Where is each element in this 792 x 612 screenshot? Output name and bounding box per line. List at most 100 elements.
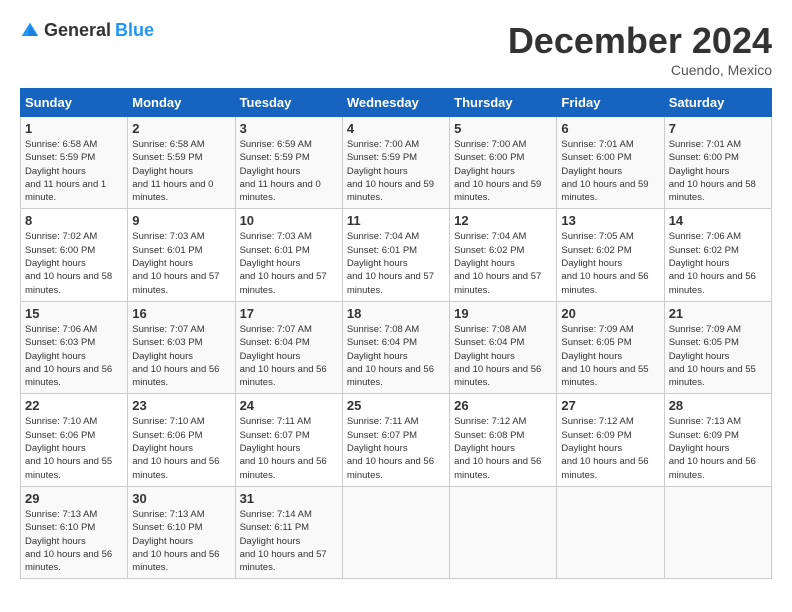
day-info: Sunrise: 7:08 AM Sunset: 6:04 PM Dayligh… (347, 323, 445, 389)
logo: GeneralBlue (20, 20, 154, 41)
page-header: GeneralBlue December 2024 Cuendo, Mexico (20, 20, 772, 78)
calendar-cell: 16 Sunrise: 7:07 AM Sunset: 6:03 PM Dayl… (128, 301, 235, 393)
calendar-cell: 10 Sunrise: 7:03 AM Sunset: 6:01 PM Dayl… (235, 209, 342, 301)
col-sunday: Sunday (21, 89, 128, 117)
day-info: Sunrise: 6:58 AM Sunset: 5:59 PM Dayligh… (132, 138, 230, 204)
day-info: Sunrise: 7:12 AM Sunset: 6:08 PM Dayligh… (454, 415, 552, 481)
calendar-cell (342, 486, 449, 578)
day-info: Sunrise: 7:11 AM Sunset: 6:07 PM Dayligh… (240, 415, 338, 481)
calendar-cell: 13 Sunrise: 7:05 AM Sunset: 6:02 PM Dayl… (557, 209, 664, 301)
day-number: 25 (347, 398, 445, 413)
day-number: 6 (561, 121, 659, 136)
col-thursday: Thursday (450, 89, 557, 117)
day-number: 29 (25, 491, 123, 506)
calendar-cell: 27 Sunrise: 7:12 AM Sunset: 6:09 PM Dayl… (557, 394, 664, 486)
day-number: 11 (347, 213, 445, 228)
title-block: December 2024 Cuendo, Mexico (508, 20, 772, 78)
calendar-week-row: 22 Sunrise: 7:10 AM Sunset: 6:06 PM Dayl… (21, 394, 772, 486)
day-number: 13 (561, 213, 659, 228)
calendar-week-row: 8 Sunrise: 7:02 AM Sunset: 6:00 PM Dayli… (21, 209, 772, 301)
calendar-cell: 18 Sunrise: 7:08 AM Sunset: 6:04 PM Dayl… (342, 301, 449, 393)
calendar-cell: 8 Sunrise: 7:02 AM Sunset: 6:00 PM Dayli… (21, 209, 128, 301)
calendar-week-row: 15 Sunrise: 7:06 AM Sunset: 6:03 PM Dayl… (21, 301, 772, 393)
calendar-cell: 17 Sunrise: 7:07 AM Sunset: 6:04 PM Dayl… (235, 301, 342, 393)
calendar-cell: 22 Sunrise: 7:10 AM Sunset: 6:06 PM Dayl… (21, 394, 128, 486)
calendar-cell: 14 Sunrise: 7:06 AM Sunset: 6:02 PM Dayl… (664, 209, 771, 301)
calendar-cell: 4 Sunrise: 7:00 AM Sunset: 5:59 PM Dayli… (342, 117, 449, 209)
day-info: Sunrise: 7:07 AM Sunset: 6:03 PM Dayligh… (132, 323, 230, 389)
day-number: 4 (347, 121, 445, 136)
day-info: Sunrise: 6:59 AM Sunset: 5:59 PM Dayligh… (240, 138, 338, 204)
day-number: 7 (669, 121, 767, 136)
day-info: Sunrise: 7:11 AM Sunset: 6:07 PM Dayligh… (347, 415, 445, 481)
day-info: Sunrise: 7:13 AM Sunset: 6:10 PM Dayligh… (132, 508, 230, 574)
day-number: 10 (240, 213, 338, 228)
day-number: 30 (132, 491, 230, 506)
col-saturday: Saturday (664, 89, 771, 117)
calendar-cell: 15 Sunrise: 7:06 AM Sunset: 6:03 PM Dayl… (21, 301, 128, 393)
day-info: Sunrise: 7:06 AM Sunset: 6:03 PM Dayligh… (25, 323, 123, 389)
day-info: Sunrise: 6:58 AM Sunset: 5:59 PM Dayligh… (25, 138, 123, 204)
calendar-cell (450, 486, 557, 578)
day-info: Sunrise: 7:07 AM Sunset: 6:04 PM Dayligh… (240, 323, 338, 389)
day-info: Sunrise: 7:03 AM Sunset: 6:01 PM Dayligh… (240, 230, 338, 296)
month-title: December 2024 (508, 20, 772, 62)
day-info: Sunrise: 7:09 AM Sunset: 6:05 PM Dayligh… (669, 323, 767, 389)
day-number: 21 (669, 306, 767, 321)
day-number: 27 (561, 398, 659, 413)
day-info: Sunrise: 7:03 AM Sunset: 6:01 PM Dayligh… (132, 230, 230, 296)
day-number: 18 (347, 306, 445, 321)
calendar-cell: 1 Sunrise: 6:58 AM Sunset: 5:59 PM Dayli… (21, 117, 128, 209)
calendar-cell: 5 Sunrise: 7:00 AM Sunset: 6:00 PM Dayli… (450, 117, 557, 209)
day-info: Sunrise: 7:13 AM Sunset: 6:10 PM Dayligh… (25, 508, 123, 574)
day-number: 14 (669, 213, 767, 228)
logo-general: General (44, 20, 111, 41)
day-info: Sunrise: 7:10 AM Sunset: 6:06 PM Dayligh… (132, 415, 230, 481)
calendar-cell: 20 Sunrise: 7:09 AM Sunset: 6:05 PM Dayl… (557, 301, 664, 393)
day-number: 1 (25, 121, 123, 136)
calendar-cell: 28 Sunrise: 7:13 AM Sunset: 6:09 PM Dayl… (664, 394, 771, 486)
day-number: 9 (132, 213, 230, 228)
calendar-cell: 31 Sunrise: 7:14 AM Sunset: 6:11 PM Dayl… (235, 486, 342, 578)
day-info: Sunrise: 7:10 AM Sunset: 6:06 PM Dayligh… (25, 415, 123, 481)
calendar-week-row: 29 Sunrise: 7:13 AM Sunset: 6:10 PM Dayl… (21, 486, 772, 578)
day-number: 20 (561, 306, 659, 321)
day-info: Sunrise: 7:14 AM Sunset: 6:11 PM Dayligh… (240, 508, 338, 574)
calendar-cell: 24 Sunrise: 7:11 AM Sunset: 6:07 PM Dayl… (235, 394, 342, 486)
calendar-cell: 7 Sunrise: 7:01 AM Sunset: 6:00 PM Dayli… (664, 117, 771, 209)
day-number: 12 (454, 213, 552, 228)
day-info: Sunrise: 7:13 AM Sunset: 6:09 PM Dayligh… (669, 415, 767, 481)
day-number: 3 (240, 121, 338, 136)
header-row: Sunday Monday Tuesday Wednesday Thursday… (21, 89, 772, 117)
day-info: Sunrise: 7:00 AM Sunset: 6:00 PM Dayligh… (454, 138, 552, 204)
calendar-cell: 11 Sunrise: 7:04 AM Sunset: 6:01 PM Dayl… (342, 209, 449, 301)
day-number: 23 (132, 398, 230, 413)
logo-icon (20, 21, 40, 41)
day-number: 31 (240, 491, 338, 506)
calendar-cell: 25 Sunrise: 7:11 AM Sunset: 6:07 PM Dayl… (342, 394, 449, 486)
calendar-cell: 12 Sunrise: 7:04 AM Sunset: 6:02 PM Dayl… (450, 209, 557, 301)
day-number: 5 (454, 121, 552, 136)
location: Cuendo, Mexico (508, 62, 772, 78)
day-number: 19 (454, 306, 552, 321)
day-info: Sunrise: 7:06 AM Sunset: 6:02 PM Dayligh… (669, 230, 767, 296)
day-number: 24 (240, 398, 338, 413)
calendar-cell: 23 Sunrise: 7:10 AM Sunset: 6:06 PM Dayl… (128, 394, 235, 486)
day-number: 28 (669, 398, 767, 413)
calendar-cell: 29 Sunrise: 7:13 AM Sunset: 6:10 PM Dayl… (21, 486, 128, 578)
calendar-cell (664, 486, 771, 578)
day-info: Sunrise: 7:04 AM Sunset: 6:01 PM Dayligh… (347, 230, 445, 296)
day-number: 16 (132, 306, 230, 321)
day-number: 26 (454, 398, 552, 413)
day-number: 8 (25, 213, 123, 228)
calendar-cell: 2 Sunrise: 6:58 AM Sunset: 5:59 PM Dayli… (128, 117, 235, 209)
calendar-table: Sunday Monday Tuesday Wednesday Thursday… (20, 88, 772, 579)
day-number: 17 (240, 306, 338, 321)
day-number: 15 (25, 306, 123, 321)
calendar-cell: 30 Sunrise: 7:13 AM Sunset: 6:10 PM Dayl… (128, 486, 235, 578)
calendar-cell: 26 Sunrise: 7:12 AM Sunset: 6:08 PM Dayl… (450, 394, 557, 486)
day-info: Sunrise: 7:01 AM Sunset: 6:00 PM Dayligh… (669, 138, 767, 204)
calendar-cell: 6 Sunrise: 7:01 AM Sunset: 6:00 PM Dayli… (557, 117, 664, 209)
day-info: Sunrise: 7:08 AM Sunset: 6:04 PM Dayligh… (454, 323, 552, 389)
day-info: Sunrise: 7:09 AM Sunset: 6:05 PM Dayligh… (561, 323, 659, 389)
